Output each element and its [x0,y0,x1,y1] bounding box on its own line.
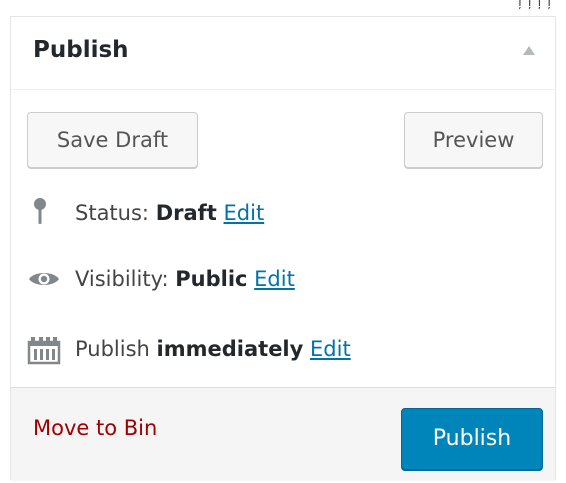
pin-icon [27,196,61,230]
calendar-icon [27,332,61,366]
publish-box-title: Publish [33,37,129,63]
edit-schedule-link[interactable]: Edit [310,337,351,361]
schedule-row: Publish immediately Edit [27,331,351,365]
publish-button[interactable]: Publish [401,408,543,470]
visibility-row: Visibility: Public Edit [27,261,295,295]
schedule-value: immediately [156,337,304,361]
publish-box: Publish Save Draft Preview Status: Draft… [10,16,556,480]
publish-box-header: Publish [11,17,555,90]
visibility-label: Visibility: [75,267,169,291]
status-row: Status: Draft Edit [27,195,264,229]
edit-status-link[interactable]: Edit [224,201,265,225]
status-label: Status: [75,201,149,225]
status-value: Draft [155,201,217,225]
triangle-up-icon[interactable] [523,46,535,55]
cropped-text: ļ ļ ļ ļ [518,0,552,10]
eye-icon [27,262,61,296]
edit-visibility-link[interactable]: Edit [254,267,295,291]
schedule-label: Publish [75,337,150,361]
save-draft-button[interactable]: Save Draft [27,112,198,168]
visibility-value: Public [175,267,248,291]
move-to-bin-link[interactable]: Move to Bin [33,416,157,440]
publish-box-footer: Move to Bin Publish [11,388,555,480]
preview-button[interactable]: Preview [404,112,543,168]
